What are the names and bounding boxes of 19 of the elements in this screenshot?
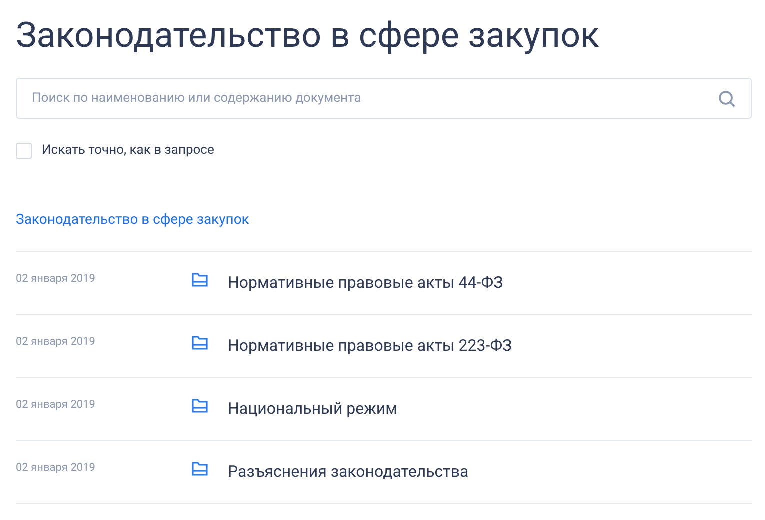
folder-icon (192, 462, 208, 476)
search-icon[interactable] (718, 90, 736, 108)
exact-match-checkbox[interactable] (16, 142, 32, 159)
item-date: 02 января 2019 (16, 334, 96, 350)
folder-icon (192, 272, 208, 286)
item-date: 02 января 2019 (16, 460, 96, 476)
folder-link[interactable]: Национальный режим (228, 396, 398, 420)
item-date: 02 января 2019 (16, 271, 96, 288)
search-field[interactable]: Поиск по наименованию или содержанию документа (16, 78, 752, 119)
folder-icon (192, 336, 208, 350)
folder-link[interactable]: Нормативные правовые акты 223-ФЗ (228, 334, 512, 358)
folder-link[interactable]: Нормативные правовые акты 44-ФЗ (228, 270, 504, 294)
search-input[interactable]: Поиск по наименованию или содержанию документа (32, 88, 718, 108)
folder-link[interactable]: Разъяснения законодательства (228, 460, 469, 484)
page-title: Законодательство в сфере закупок (16, 14, 600, 58)
breadcrumb-link[interactable]: Законодательство в сфере закупок (16, 212, 250, 228)
exact-match-label: Искать точно, как в запросе (42, 142, 214, 160)
folder-icon (192, 398, 208, 412)
item-date: 02 января 2019 (16, 397, 96, 414)
